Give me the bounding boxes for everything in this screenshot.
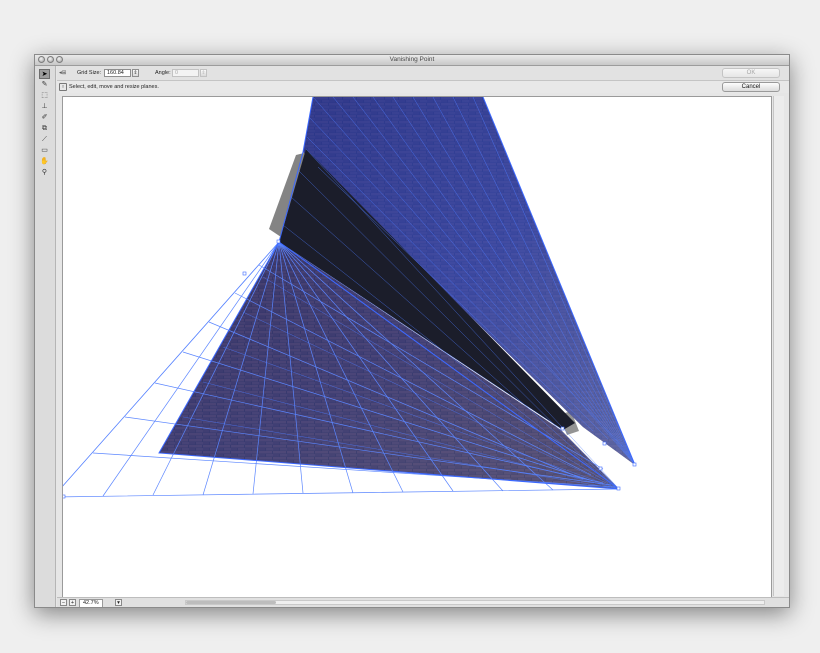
stamp-icon[interactable]: ⊥ <box>39 102 50 112</box>
status-bar: − + 42.7% ▾ <box>57 597 789 607</box>
options-bar: ◂⊞ Grid Size: 160.84 ⇕ Angle: 0 ⇕ OK <box>57 66 789 81</box>
perspective-grid-artwork <box>63 97 637 499</box>
zoom-in-icon[interactable]: + <box>69 599 76 606</box>
tool-palette: ➤ ✎ ⬚ ⊥ ✐ ⧉ ⟋ ▭ ✋ ⚲ <box>35 66 56 607</box>
zoom-level[interactable]: 42.7% <box>79 599 103 607</box>
create-plane-icon[interactable]: ✎ <box>39 80 50 90</box>
transform-icon[interactable]: ⧉ <box>39 124 50 134</box>
tool-options-icon[interactable]: ◂⊞ <box>59 70 66 76</box>
ok-button[interactable]: OK <box>722 68 780 78</box>
info-icon: ! <box>59 83 67 91</box>
vertical-scrollbar[interactable] <box>773 96 784 596</box>
grid-size-input[interactable]: 160.84 <box>104 69 131 77</box>
brush-icon[interactable]: ✐ <box>39 113 50 123</box>
angle-input[interactable]: 0 <box>172 69 199 77</box>
window-title: Vanishing Point <box>389 56 435 63</box>
vanishing-point-dialog: Vanishing Point ➤ ✎ ⬚ ⊥ ✐ ⧉ ⟋ ▭ ✋ ⚲ ◂⊞ G… <box>34 54 790 608</box>
measure-icon[interactable]: ▭ <box>39 146 50 156</box>
zoom-menu-icon[interactable]: ▾ <box>115 599 122 606</box>
info-bar: ! Select, edit, move and resize planes. … <box>57 81 789 93</box>
preview-canvas[interactable] <box>62 96 772 598</box>
hand-icon[interactable]: ✋ <box>39 157 50 167</box>
angle-stepper[interactable]: ⇕ <box>200 69 207 77</box>
cancel-button[interactable]: Cancel <box>722 82 780 92</box>
arrow-cursor-icon[interactable]: ➤ <box>39 69 50 79</box>
zoom-icon[interactable]: ⚲ <box>39 168 50 178</box>
grid-size-stepper[interactable]: ⇕ <box>132 69 139 77</box>
marquee-icon[interactable]: ⬚ <box>39 91 50 101</box>
eyedropper-icon[interactable]: ⟋ <box>39 135 50 145</box>
grid-size-label: Grid Size: <box>77 70 102 76</box>
horizontal-scroll-thumb[interactable] <box>186 601 276 604</box>
angle-label: Angle: <box>155 70 171 76</box>
horizontal-scrollbar[interactable] <box>185 600 765 605</box>
info-tip: Select, edit, move and resize planes. <box>69 84 159 90</box>
title-bar: Vanishing Point <box>35 55 789 66</box>
zoom-out-icon[interactable]: − <box>60 599 67 606</box>
